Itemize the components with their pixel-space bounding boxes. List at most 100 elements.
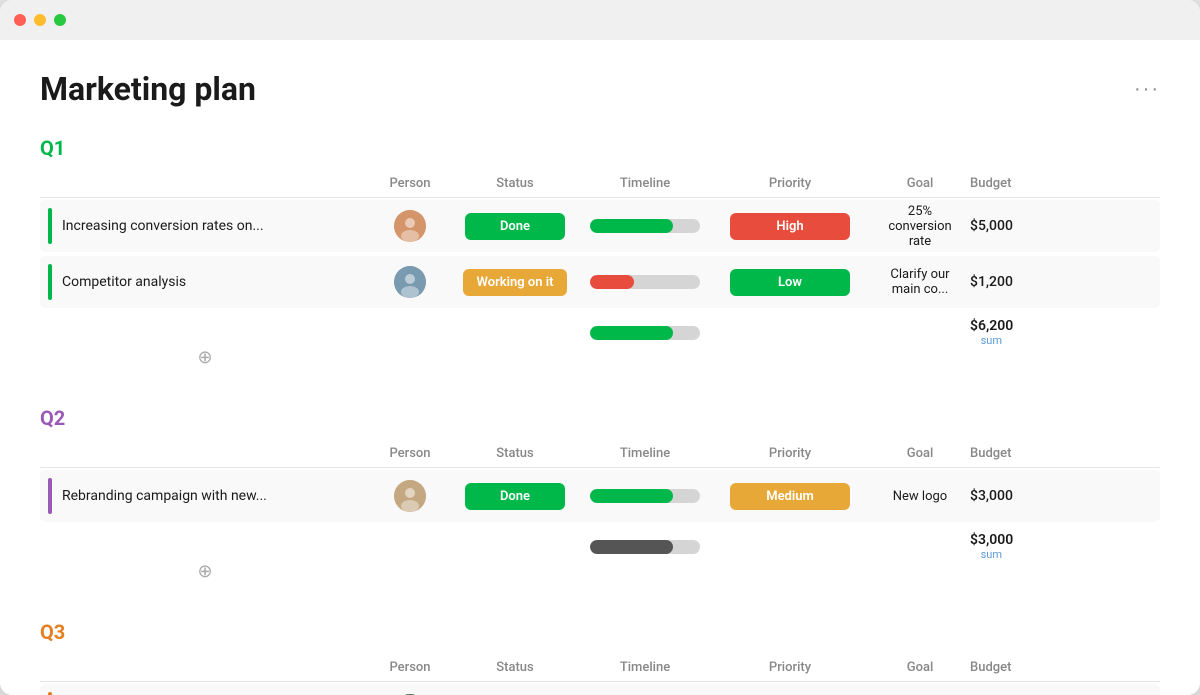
table-header: PersonStatusTimelinePriorityGoalBudget bbox=[40, 170, 1160, 198]
row-border bbox=[48, 478, 52, 514]
section-q3: Q3 PersonStatusTimelinePriorityGoalBudget… bbox=[40, 620, 1160, 695]
priority-badge: High bbox=[730, 213, 850, 240]
sum-timeline-bar-wrap bbox=[590, 326, 700, 340]
header-col-4: Priority bbox=[710, 176, 870, 191]
priority-badge: Low bbox=[730, 269, 850, 296]
sum-timeline-cell bbox=[580, 326, 710, 340]
add-row-button[interactable]: ⊕ bbox=[40, 347, 370, 368]
budget-cell: $3,000 bbox=[970, 488, 1010, 504]
sum-amount: $6,200 bbox=[970, 318, 1002, 334]
table-row: Homepage re-launch Working on itLowNew h… bbox=[40, 684, 1160, 695]
page-title: Marketing plan bbox=[40, 70, 256, 108]
maximize-button[interactable] bbox=[54, 14, 66, 26]
header-col-3: Timeline bbox=[580, 446, 710, 461]
avatar-cell bbox=[370, 210, 450, 242]
row-name-cell: Increasing conversion rates on... bbox=[40, 200, 370, 252]
avatar bbox=[394, 266, 426, 298]
header-col-5: Goal bbox=[870, 446, 970, 461]
sum-timeline-cell bbox=[580, 540, 710, 554]
sum-label: sum bbox=[970, 334, 1002, 347]
header-col-6: Budget bbox=[970, 660, 1010, 675]
row-task-name: Increasing conversion rates on... bbox=[62, 218, 264, 234]
timeline-bar-wrap bbox=[590, 489, 700, 503]
sections-container: Q1PersonStatusTimelinePriorityGoalBudget… bbox=[40, 136, 1160, 695]
add-row-button[interactable]: ⊕ bbox=[40, 561, 370, 582]
header-col-1: Person bbox=[370, 176, 450, 191]
goal-cell: 25% conversion rate bbox=[870, 204, 970, 249]
status-badge: Done bbox=[465, 483, 565, 510]
minimize-button[interactable] bbox=[34, 14, 46, 26]
sum-timeline-bar bbox=[590, 326, 673, 340]
header-col-2: Status bbox=[450, 446, 580, 461]
table-row: Increasing conversion rates on... Done Hi… bbox=[40, 200, 1160, 252]
sum-timeline-bar-wrap bbox=[590, 540, 700, 554]
q1-label: Q1 bbox=[40, 136, 1160, 160]
header-col-6: Budget bbox=[970, 176, 1010, 191]
section-q2: Q2 PersonStatusTimelinePriorityGoalBudget… bbox=[40, 406, 1160, 588]
header-col-4: Priority bbox=[710, 660, 870, 675]
priority-cell[interactable]: Low bbox=[710, 269, 870, 296]
budget-cell: $1,200 bbox=[970, 274, 1010, 290]
header-col-0 bbox=[40, 446, 370, 461]
timeline-cell bbox=[580, 271, 710, 293]
table-row: Rebranding campaign with new... Done Medi… bbox=[40, 470, 1160, 522]
header-col-5: Goal bbox=[870, 176, 970, 191]
goal-cell: Clarify our main co... bbox=[870, 267, 970, 297]
timeline-bar bbox=[590, 275, 634, 289]
status-cell[interactable]: Done bbox=[450, 213, 580, 240]
row-task-name: Rebranding campaign with new... bbox=[62, 488, 267, 504]
header-col-4: Priority bbox=[710, 446, 870, 461]
status-cell[interactable]: Done bbox=[450, 483, 580, 510]
sum-row: $6,200sum ⊕ bbox=[40, 312, 1160, 374]
header-col-2: Status bbox=[450, 660, 580, 675]
header-col-3: Timeline bbox=[580, 660, 710, 675]
header-col-1: Person bbox=[370, 660, 450, 675]
table-row: Competitor analysis Working on it Low Clar… bbox=[40, 256, 1160, 308]
row-border bbox=[48, 264, 52, 300]
sum-label: sum bbox=[970, 548, 1002, 561]
close-button[interactable] bbox=[14, 14, 26, 26]
status-badge: Working on it bbox=[463, 269, 568, 296]
header-col-6: Budget bbox=[970, 446, 1010, 461]
sum-budget-cell: $3,000sum bbox=[970, 532, 1010, 561]
header-col-2: Status bbox=[450, 176, 580, 191]
header-col-5: Goal bbox=[870, 660, 970, 675]
row-border bbox=[48, 208, 52, 244]
priority-badge: Medium bbox=[730, 483, 850, 510]
header-col-0 bbox=[40, 660, 370, 675]
row-name-cell: Competitor analysis bbox=[40, 256, 370, 308]
header-col-1: Person bbox=[370, 446, 450, 461]
goal-cell: New logo bbox=[870, 489, 970, 504]
timeline-bar bbox=[590, 489, 673, 503]
priority-cell[interactable]: High bbox=[710, 213, 870, 240]
timeline-cell bbox=[580, 485, 710, 507]
table-header: PersonStatusTimelinePriorityGoalBudget bbox=[40, 440, 1160, 468]
timeline-cell bbox=[580, 215, 710, 237]
sum-amount: $3,000 bbox=[970, 532, 1002, 548]
titlebar bbox=[0, 0, 1200, 40]
status-badge: Done bbox=[465, 213, 565, 240]
q2-label: Q2 bbox=[40, 406, 1160, 430]
status-cell[interactable]: Working on it bbox=[450, 269, 580, 296]
budget-cell: $5,000 bbox=[970, 218, 1010, 234]
section-q1: Q1 PersonStatusTimelinePriorityGoalBudget… bbox=[40, 136, 1160, 374]
app-window: Marketing plan ··· Q1PersonStatusTimelin… bbox=[0, 0, 1200, 695]
header-col-3: Timeline bbox=[580, 176, 710, 191]
avatar bbox=[394, 480, 426, 512]
q3-label: Q3 bbox=[40, 620, 1160, 644]
header-col-0 bbox=[40, 176, 370, 191]
main-content: Marketing plan ··· Q1PersonStatusTimelin… bbox=[0, 40, 1200, 695]
timeline-bar-wrap bbox=[590, 275, 700, 289]
page-header: Marketing plan ··· bbox=[40, 70, 1160, 108]
sum-row: $3,000sum ⊕ bbox=[40, 526, 1160, 588]
avatar-cell bbox=[370, 266, 450, 298]
more-options-button[interactable]: ··· bbox=[1134, 78, 1160, 101]
avatar-cell bbox=[370, 480, 450, 512]
timeline-bar bbox=[590, 219, 673, 233]
sum-timeline-bar bbox=[590, 540, 673, 554]
priority-cell[interactable]: Medium bbox=[710, 483, 870, 510]
table-header: PersonStatusTimelinePriorityGoalBudget bbox=[40, 654, 1160, 682]
row-task-name: Competitor analysis bbox=[62, 274, 186, 290]
timeline-bar-wrap bbox=[590, 219, 700, 233]
sum-budget-cell: $6,200sum bbox=[970, 318, 1010, 347]
